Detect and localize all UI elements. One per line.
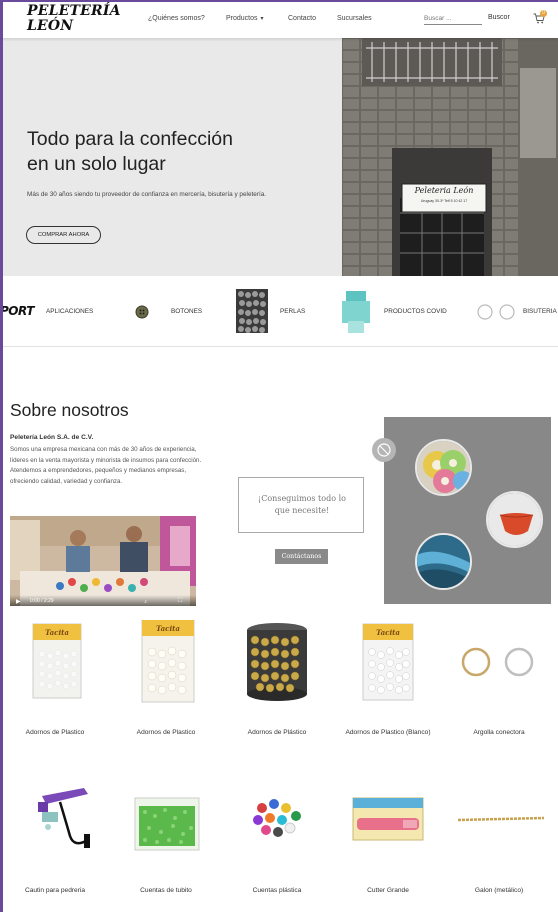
fabric-photo bbox=[415, 533, 472, 590]
nav-branches[interactable]: Sucursales bbox=[337, 15, 372, 22]
package-label: Tacita bbox=[45, 628, 69, 637]
video-frame bbox=[10, 516, 196, 606]
mask-image bbox=[488, 493, 541, 546]
sewing-icon bbox=[372, 438, 396, 462]
aplicaciones-thumb: PORT bbox=[0, 302, 42, 322]
logo-line-1: PELETERÍA bbox=[27, 3, 121, 19]
mask-photo bbox=[486, 491, 543, 548]
product-image bbox=[247, 623, 307, 701]
category-bisuteria[interactable]: BISUTERIA bbox=[476, 276, 558, 347]
about-video[interactable]: ▶ 0:00 / 2:29 ♪ ⛶ bbox=[10, 516, 196, 606]
product-name: Galon (metálico) bbox=[474, 887, 524, 894]
contact-us-button[interactable]: Contáctanos bbox=[275, 549, 328, 564]
product-image bbox=[352, 797, 424, 841]
product-image bbox=[461, 647, 534, 677]
product-image bbox=[253, 799, 301, 837]
product-name: Cautin para pedreria bbox=[24, 887, 86, 894]
store-sign: Peleteria León Uruguay 30-3º Telf 5 10 4… bbox=[402, 184, 486, 212]
quote-box: ¡Conseguimos todo lo que necesite! bbox=[238, 477, 364, 533]
category-label: PERLAS bbox=[280, 308, 306, 315]
about-description: Somos una empresa mexicana con más de 30… bbox=[10, 446, 202, 485]
category-label: PRODUCTOS COVID bbox=[384, 308, 447, 315]
product-name: Adornos de Plastico bbox=[25, 729, 85, 736]
volume-icon[interactable]: ♪ bbox=[144, 599, 147, 605]
category-strip: PORT APLICACIONES BOTONES PERLAS PRODUCT… bbox=[0, 276, 558, 347]
nav-contact[interactable]: Contacto bbox=[288, 15, 316, 22]
category-botones[interactable]: BOTONES bbox=[133, 276, 213, 347]
package-label: Tacita bbox=[376, 628, 400, 637]
product-name: Adornos de Plástico bbox=[247, 729, 307, 736]
fullscreen-icon[interactable]: ⛶ bbox=[178, 598, 182, 605]
rings-thumb bbox=[477, 304, 515, 320]
product-image bbox=[457, 816, 545, 822]
about-company-name: Peletería León S.A. de C.V. bbox=[10, 434, 94, 441]
logo-line-2: LEÓN bbox=[27, 18, 74, 34]
hero-section: Todo para la confección en un solo lugar… bbox=[0, 38, 558, 276]
category-label: APLICACIONES bbox=[46, 308, 94, 315]
store-sign-name: Peleteria León bbox=[414, 186, 474, 195]
site-logo[interactable]: PELETERÍA LEÓN bbox=[27, 4, 121, 34]
button-thumb bbox=[135, 305, 149, 319]
product-name: Cutter Grande bbox=[367, 887, 409, 894]
about-title: Sobre nosotros bbox=[10, 400, 129, 420]
category-covid[interactable]: PRODUCTOS COVID bbox=[340, 276, 460, 347]
hero-subtitle: Más de 30 años siendo tu proveedor de co… bbox=[27, 191, 267, 198]
window-frame-left bbox=[0, 0, 3, 912]
nav-about[interactable]: ¿Quiénes somos? bbox=[148, 15, 205, 22]
product-image bbox=[134, 797, 200, 851]
category-perlas[interactable]: PERLAS bbox=[236, 276, 316, 347]
storefront-illustration bbox=[342, 38, 558, 276]
category-label: BISUTERIA bbox=[523, 308, 557, 315]
store-sign-address: Uruguay 30-3º Telf 5 10 42 17 bbox=[420, 199, 468, 203]
search-input[interactable] bbox=[424, 12, 482, 25]
pearls-thumb bbox=[236, 289, 268, 333]
category-aplicaciones[interactable]: PORT APLICACIONES bbox=[0, 276, 100, 347]
product-name: Cuentas plástica bbox=[252, 887, 302, 894]
site-header: PELETERÍA LEÓN ¿Quiénes somos? Productos… bbox=[0, 0, 558, 38]
ribbons-image bbox=[417, 441, 470, 494]
gallery-panel bbox=[384, 417, 551, 604]
product-name: Cuentas de tubito bbox=[140, 887, 192, 894]
product-image bbox=[38, 788, 90, 848]
product-name: Argolla conectora bbox=[473, 729, 525, 736]
hero-title: Todo para la confección en un solo lugar bbox=[27, 127, 327, 177]
product-image bbox=[141, 620, 195, 703]
aplicaciones-badge-text: PORT bbox=[0, 304, 34, 318]
fabric-image bbox=[417, 535, 470, 588]
quote-text: ¡Conseguimos todo lo que necesite! bbox=[258, 494, 346, 515]
category-label: BOTONES bbox=[171, 308, 203, 315]
storefront-photo: Peleteria León Uruguay 30-3º Telf 5 10 4… bbox=[342, 38, 558, 276]
ribbons-photo bbox=[415, 439, 472, 496]
hero-title-line-2: en un solo lugar bbox=[27, 153, 166, 175]
nav-products-label: Productos bbox=[226, 15, 258, 22]
nav-products[interactable]: Productos ▾ bbox=[226, 15, 264, 22]
window-frame-top bbox=[0, 0, 558, 2]
covid-products-thumb bbox=[342, 291, 370, 333]
hero-title-line-1: Todo para la confección bbox=[27, 128, 233, 150]
video-timestamp: 0:00 / 2:29 bbox=[30, 598, 54, 604]
cart-count-badge: 0 bbox=[540, 10, 547, 17]
play-icon[interactable]: ▶ bbox=[16, 598, 21, 605]
package-label: Tacita bbox=[156, 624, 180, 633]
shop-now-button[interactable]: COMPRAR AHORA bbox=[26, 226, 101, 244]
product-name: Adornos de Plastico (Blanco) bbox=[345, 729, 431, 736]
product-name: Adornos de Plastico bbox=[136, 729, 196, 736]
sewing-glyph bbox=[377, 443, 391, 457]
search-button[interactable]: Buscor bbox=[488, 14, 510, 21]
chevron-down-icon: ▾ bbox=[260, 16, 264, 22]
